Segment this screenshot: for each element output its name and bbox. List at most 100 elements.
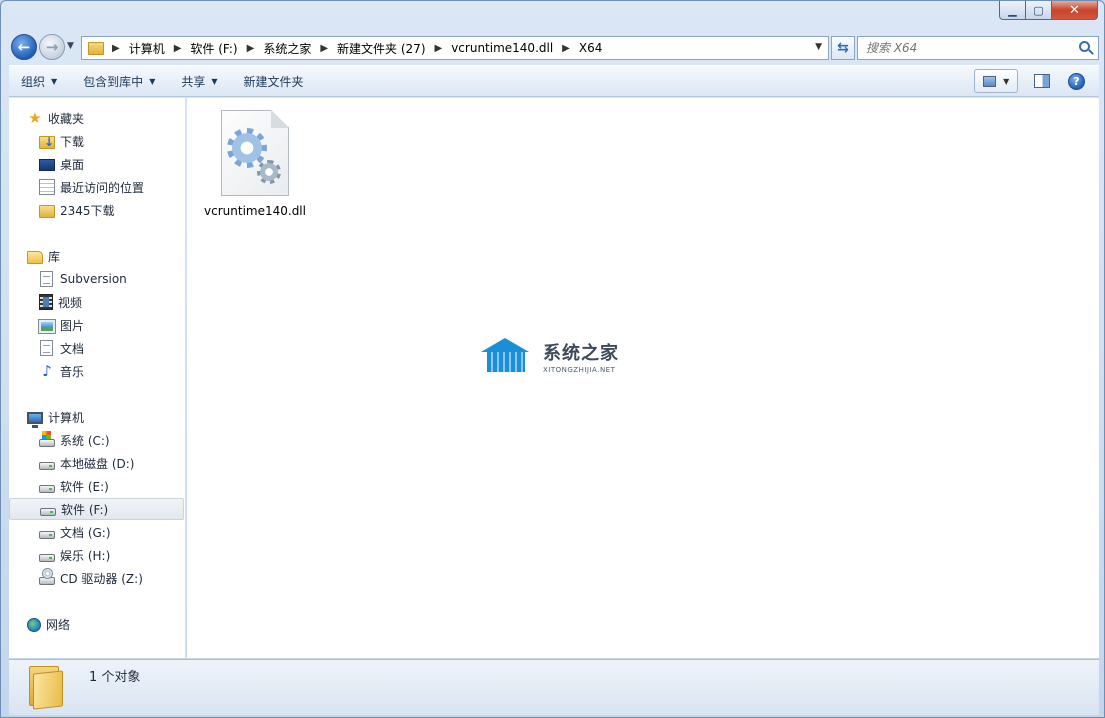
- address-bar[interactable]: ▶ 计算机 ▶ 软件 (F:) ▶ 系统之家 ▶ 新建文件夹 (27) ▶ vc…: [81, 36, 829, 60]
- nav-item-label: 视频: [58, 295, 83, 310]
- include-in-library-label: 包含到库中: [83, 74, 144, 89]
- new-folder-button[interactable]: 新建文件夹: [232, 68, 316, 94]
- chevron-down-icon: ▼: [67, 41, 74, 51]
- back-button[interactable]: ←: [11, 34, 37, 60]
- file-list[interactable]: vcruntime140.dll 系统之家 XITONGZHIJIA.NET: [187, 98, 1099, 658]
- breadcrumb-drive-f[interactable]: 软件 (F:): [190, 40, 237, 57]
- minimize-button[interactable]: ▁: [999, 1, 1026, 20]
- nav-item-videos[interactable]: 视频: [9, 291, 184, 313]
- nav-item-label: 2345下载: [60, 203, 115, 218]
- nav-item-drive-c[interactable]: 系统 (C:): [9, 429, 184, 451]
- nav-item-pictures[interactable]: 图片: [9, 314, 184, 336]
- download-folder-icon: [39, 135, 55, 149]
- change-view-button[interactable]: ▼: [974, 69, 1018, 93]
- chevron-right-icon[interactable]: ▶: [562, 43, 570, 54]
- nav-item-label: 软件 (F:): [61, 502, 109, 517]
- nav-libraries[interactable]: 库: [9, 245, 184, 267]
- maximize-button[interactable]: ▢: [1026, 1, 1052, 20]
- chevron-right-icon[interactable]: ▶: [112, 43, 120, 54]
- share-menu[interactable]: 共享 ▼: [169, 68, 229, 94]
- hard-drive-icon: [40, 507, 56, 516]
- nav-item-recent-places[interactable]: 最近访问的位置: [9, 176, 184, 198]
- forward-button[interactable]: →: [39, 34, 65, 60]
- nav-item-label: 娱乐 (H:): [60, 548, 111, 563]
- music-note-icon: ♪: [42, 362, 52, 380]
- search-input[interactable]: [866, 41, 1066, 55]
- nav-computer[interactable]: 计算机: [9, 406, 184, 428]
- breadcrumb-computer[interactable]: 计算机: [129, 40, 165, 57]
- view-icon: [982, 75, 996, 87]
- item-count: 1 个对象: [89, 670, 141, 685]
- chevron-down-icon: ▼: [211, 76, 218, 86]
- nav-item-subversion[interactable]: Subversion: [9, 268, 184, 290]
- search-box[interactable]: [857, 36, 1099, 60]
- recent-places-icon: [39, 179, 55, 195]
- arrow-right-icon: →: [45, 38, 59, 56]
- file-item[interactable]: vcruntime140.dll: [203, 110, 307, 219]
- hard-drive-icon: [39, 484, 55, 493]
- nav-item-music[interactable]: ♪ 音乐: [9, 360, 184, 382]
- folder-front-shape: [33, 670, 63, 710]
- nav-item-label: 最近访问的位置: [60, 180, 145, 195]
- nav-network-label: 网络: [46, 617, 71, 632]
- nav-network[interactable]: 网络: [9, 613, 184, 635]
- caption-buttons: ▁ ▢ ✕: [999, 1, 1098, 20]
- close-button[interactable]: ✕: [1052, 1, 1098, 20]
- nav-item-label: 本地磁盘 (D:): [60, 456, 135, 471]
- library-icon: [27, 250, 43, 264]
- nav-item-drive-e[interactable]: 软件 (E:): [9, 475, 184, 497]
- star-icon: ★: [28, 109, 42, 127]
- nav-item-label: 系统 (C:): [60, 433, 110, 448]
- chevron-down-icon[interactable]: ▼: [1003, 77, 1009, 86]
- share-label: 共享: [181, 74, 206, 89]
- folder-icon: [39, 204, 55, 218]
- organize-label: 组织: [21, 74, 46, 89]
- nav-item-cd-drive[interactable]: CD 驱动器 (Z:): [9, 567, 184, 589]
- preview-pane-icon[interactable]: [1034, 74, 1050, 88]
- file-fold-shape: [271, 110, 289, 128]
- include-in-library-menu[interactable]: 包含到库中 ▼: [71, 68, 167, 94]
- nav-item-2345-downloads[interactable]: 2345下载: [9, 199, 184, 221]
- recent-pages-dropdown[interactable]: ▼: [67, 41, 74, 51]
- close-icon: ✕: [1069, 2, 1080, 18]
- help-icon[interactable]: ?: [1068, 72, 1085, 90]
- nav-libraries-label: 库: [48, 249, 61, 264]
- computer-icon: [27, 411, 43, 428]
- breadcrumb-vcruntime[interactable]: vcruntime140.dll: [451, 41, 553, 55]
- command-bar: 组织 ▼ 包含到库中 ▼ 共享 ▼ 新建文件夹 ▼ ?: [9, 65, 1099, 97]
- nav-item-label: 图片: [60, 318, 85, 333]
- search-icon[interactable]: [1079, 41, 1090, 52]
- watermark-title: 系统之家: [543, 342, 619, 364]
- address-dropdown-icon[interactable]: ▼: [815, 42, 822, 52]
- nav-item-label: 下载: [60, 134, 85, 149]
- breadcrumb-new-folder[interactable]: 新建文件夹 (27): [337, 40, 425, 57]
- file-name: vcruntime140.dll: [204, 204, 306, 218]
- minimize-icon: ▁: [1008, 3, 1017, 17]
- nav-item-label: 音乐: [60, 364, 85, 379]
- refresh-button[interactable]: ⇆: [831, 36, 855, 60]
- chevron-right-icon[interactable]: ▶: [247, 43, 255, 54]
- folder-large-icon: [29, 666, 65, 710]
- desktop-icon: [39, 159, 55, 171]
- address-row: ← → ▼ ▶ 计算机 ▶ 软件 (F:) ▶ 系统之家 ▶ 新建文件夹 (27…: [9, 33, 1099, 61]
- nav-item-drive-f[interactable]: 软件 (F:): [9, 498, 184, 520]
- explorer-window: ▁ ▢ ✕ ← → ▼ ▶ 计算机 ▶ 软件 (F:) ▶ 系统之家 ▶ 新建文…: [0, 0, 1105, 718]
- nav-item-drive-g[interactable]: 文档 (G:): [9, 521, 184, 543]
- chevron-right-icon[interactable]: ▶: [174, 43, 182, 54]
- new-folder-label: 新建文件夹: [243, 74, 304, 89]
- chevron-right-icon[interactable]: ▶: [435, 43, 443, 54]
- breadcrumb-x64[interactable]: X64: [579, 41, 603, 55]
- nav-item-downloads[interactable]: 下载: [9, 130, 184, 152]
- nav-favorites-label: 收藏夹: [48, 111, 85, 126]
- nav-item-drive-d[interactable]: 本地磁盘 (D:): [9, 452, 184, 474]
- organize-menu[interactable]: 组织 ▼: [9, 68, 69, 94]
- nav-item-documents[interactable]: 文档: [9, 337, 184, 359]
- document-icon: [40, 271, 53, 287]
- details-pane: 1 个对象: [9, 659, 1099, 715]
- house-roof-shape: [481, 338, 529, 352]
- nav-favorites[interactable]: ★ 收藏夹: [9, 107, 184, 129]
- nav-item-drive-h[interactable]: 娱乐 (H:): [9, 544, 184, 566]
- chevron-right-icon[interactable]: ▶: [320, 43, 328, 54]
- nav-item-desktop[interactable]: 桌面: [9, 153, 184, 175]
- breadcrumb-xitongzhijia[interactable]: 系统之家: [263, 40, 311, 57]
